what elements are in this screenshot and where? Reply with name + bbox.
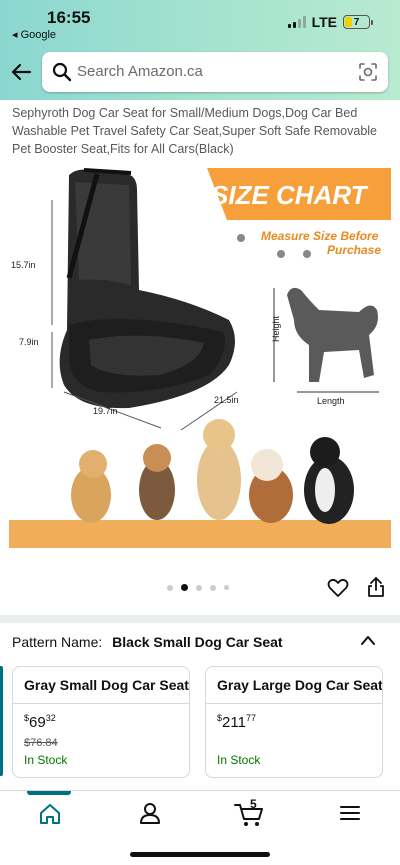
dim-height-label: 15.7in <box>11 260 36 270</box>
car-seat-illustration <box>59 168 235 409</box>
option-price: $21177 <box>217 713 256 731</box>
back-arrow-icon[interactable] <box>10 62 32 82</box>
option-name: Gray Small Dog Car Seat <box>24 677 189 693</box>
measure-note-line2: Purchase <box>327 243 381 257</box>
page: 16:55 ◂ Google LTE 7 Search Amazon.ca Se… <box>0 0 400 865</box>
battery-icon: 7 <box>343 15 373 29</box>
price-whole: 211 <box>222 714 246 731</box>
dim-width-label: 19.7in <box>93 406 118 416</box>
section-divider <box>0 615 400 623</box>
measure-note-line1: Measure Size Before <box>261 229 379 243</box>
dim-depth-label: 21.5in <box>214 395 239 405</box>
size-chart-label: SIZE CHART <box>211 180 369 210</box>
image-floor-strip <box>9 520 391 548</box>
pattern-selector[interactable]: Pattern Name: Black Small Dog Car Seat <box>12 634 283 650</box>
carousel-dot[interactable] <box>167 584 173 591</box>
menu-icon[interactable] <box>339 803 361 823</box>
share-icon[interactable] <box>366 576 386 598</box>
price-fraction: 77 <box>245 713 256 723</box>
option-swatch-gray-large[interactable]: Gray Large Dog Car Seat $21177 In Stock <box>205 666 383 778</box>
option-availability: In Stock <box>217 753 261 767</box>
swatch-divider <box>206 703 382 704</box>
carousel-dot[interactable] <box>224 585 229 590</box>
pattern-value: Black Small Dog Car Seat <box>112 634 283 650</box>
home-indicator-bar <box>130 852 270 857</box>
search-icon[interactable] <box>52 62 72 82</box>
signal-icon <box>287 16 306 28</box>
app-header: 16:55 ◂ Google LTE 7 Search Amazon.ca <box>0 0 400 100</box>
dog-height-label: Height <box>271 315 281 342</box>
price-fraction: 32 <box>45 713 56 723</box>
option-price: $6932 <box>24 713 56 731</box>
dogs-group <box>71 419 354 524</box>
product-image[interactable]: 15.7in 7.9in 19.7in 21.5in SIZE CHART Me… <box>9 160 391 548</box>
option-list-price: $76.84 <box>24 737 58 749</box>
carousel-dot-active[interactable] <box>181 584 188 591</box>
dog-silhouette <box>287 287 378 382</box>
option-name: Gray Large Dog Car Seat <box>217 677 383 693</box>
status-time: 16:55 <box>47 8 91 27</box>
account-icon[interactable] <box>138 801 162 825</box>
status-indicators: LTE 7 <box>287 14 373 30</box>
selected-swatch-edge[interactable] <box>0 666 3 776</box>
search-bar[interactable]: Search Amazon.ca <box>42 52 388 92</box>
network-label: LTE <box>311 14 337 30</box>
search-input[interactable]: Search Amazon.ca <box>77 63 203 80</box>
pattern-label: Pattern Name: <box>12 634 103 650</box>
back-to-google-link[interactable]: ◂ Google <box>12 28 56 41</box>
active-tab-indicator <box>27 791 71 795</box>
home-icon[interactable] <box>38 803 62 825</box>
swatch-divider <box>13 703 189 704</box>
chevron-up-icon[interactable] <box>360 634 376 646</box>
dog-length-label: Length <box>317 396 345 406</box>
wishlist-heart-icon[interactable] <box>327 578 349 598</box>
carousel-dot[interactable] <box>210 584 216 591</box>
product-title: Sephyroth Dog Car Seat for Small/Medium … <box>12 106 378 156</box>
camera-search-icon[interactable] <box>358 62 378 82</box>
option-availability: In Stock <box>24 753 68 767</box>
image-carousel-dots[interactable] <box>167 584 229 591</box>
battery-level: 7 <box>353 16 360 28</box>
dim-seat-height-label: 7.9in <box>19 337 39 347</box>
carousel-dot[interactable] <box>196 584 202 591</box>
cart-count-badge: 5 <box>250 797 257 811</box>
option-swatch-gray-small[interactable]: Gray Small Dog Car Seat $6932 $76.84 In … <box>12 666 190 778</box>
price-whole: 69 <box>29 714 46 731</box>
cart-icon[interactable] <box>233 799 265 827</box>
